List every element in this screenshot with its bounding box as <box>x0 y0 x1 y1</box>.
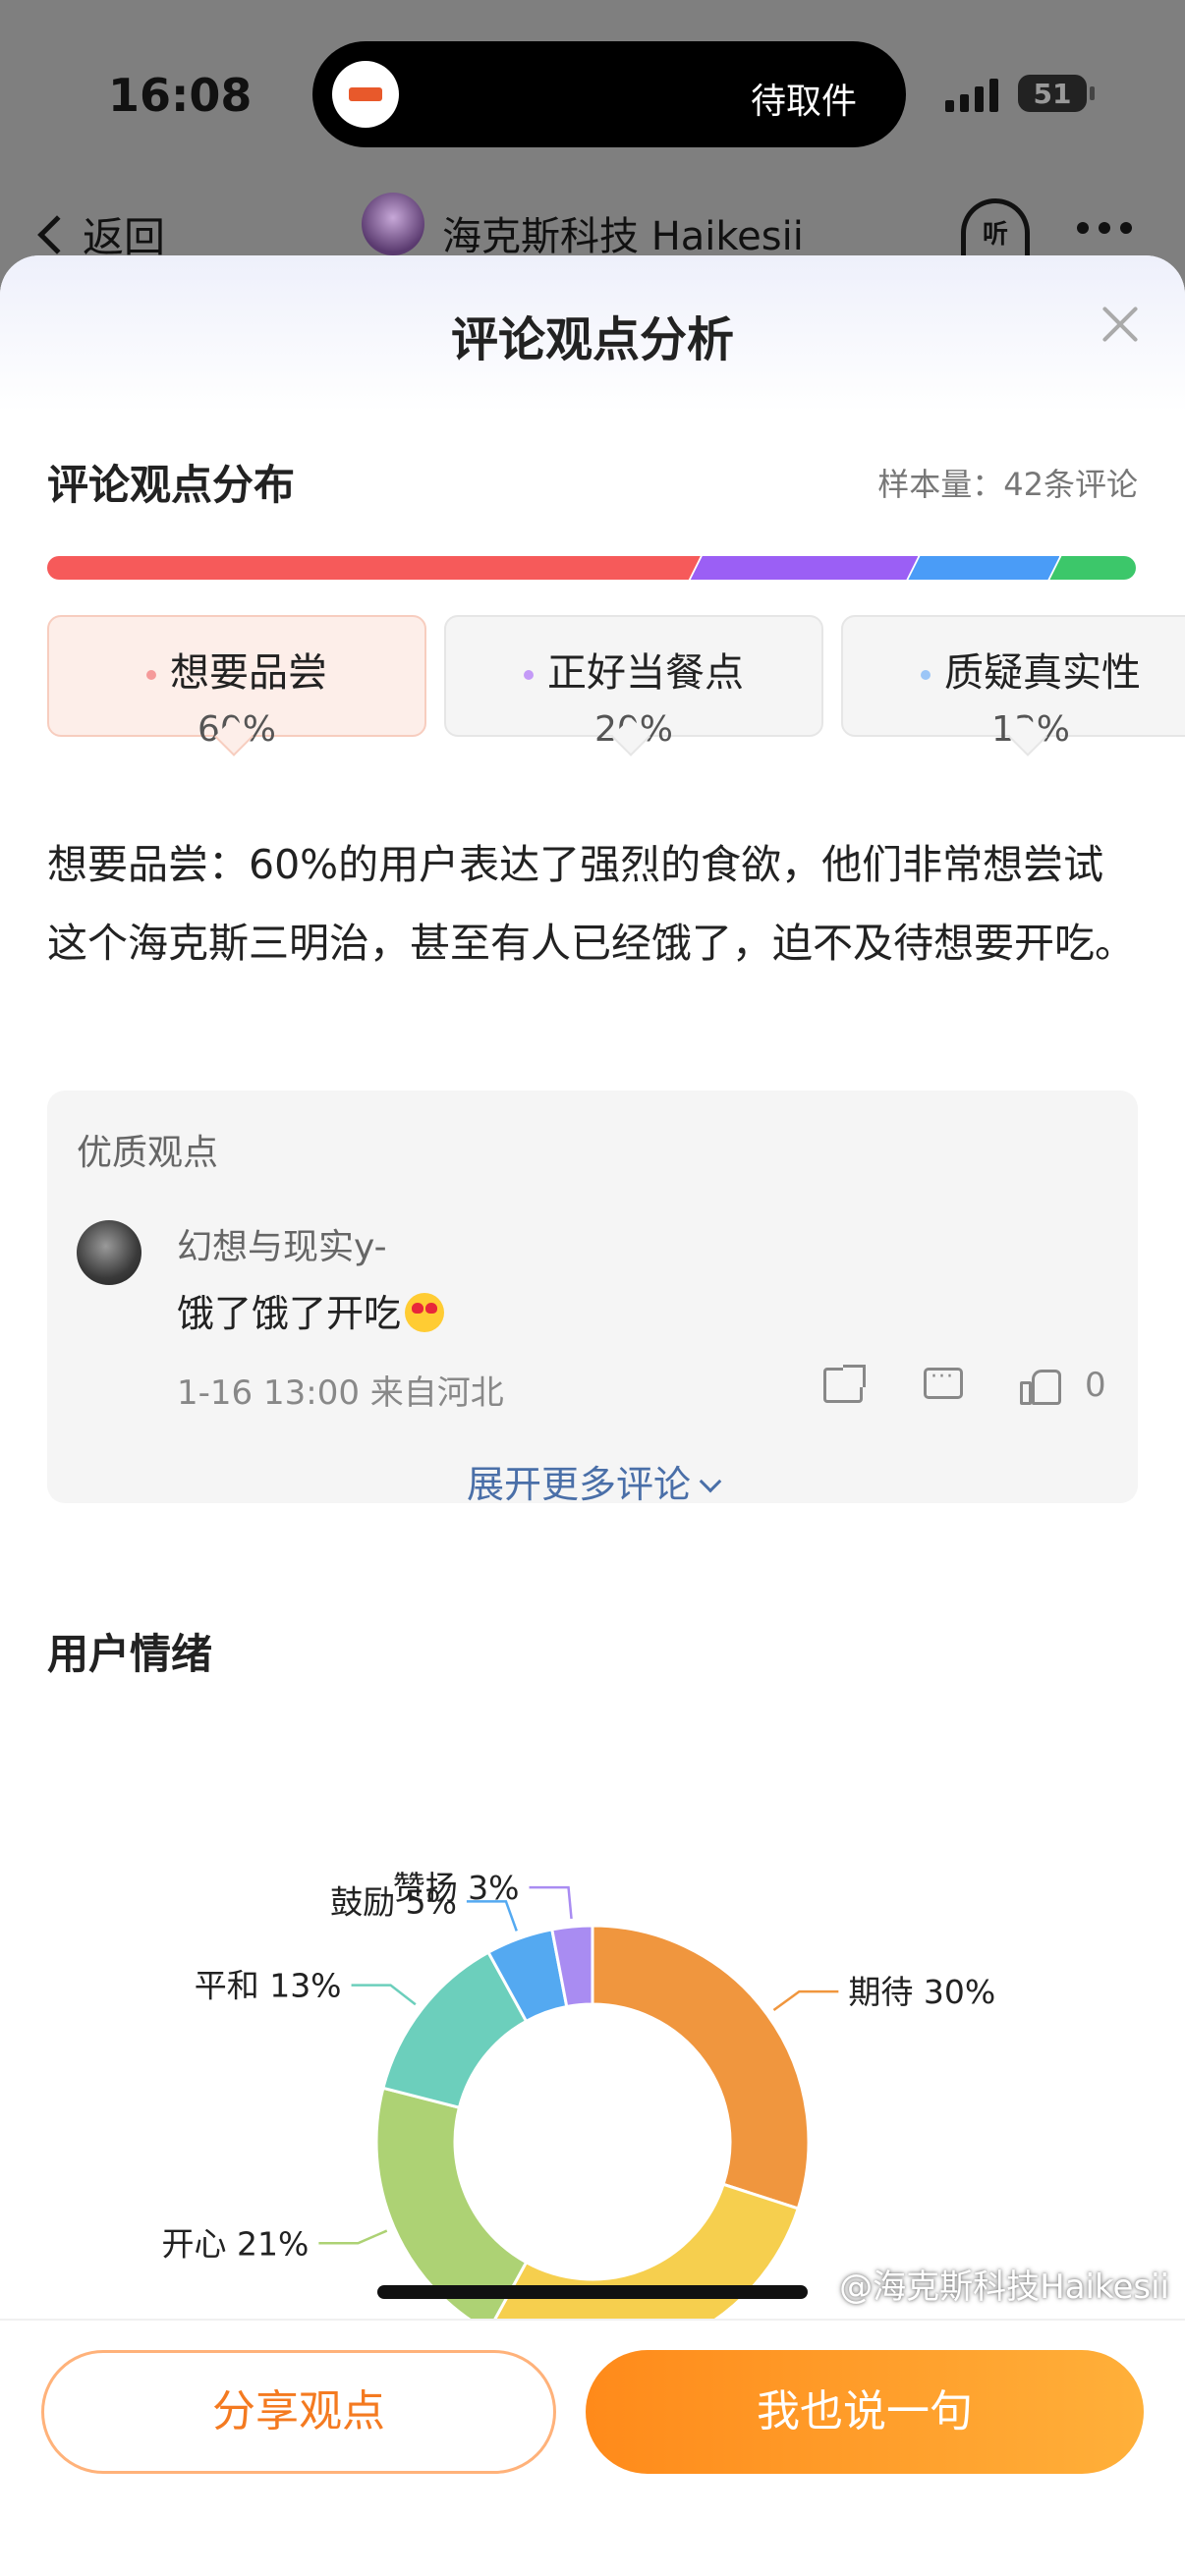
slice-leader-line <box>772 1989 839 2011</box>
status-bar: 16:08 待取件 51 <box>0 0 1185 187</box>
distribution-title: 评论观点分布 <box>47 461 296 509</box>
quality-label: 优质观点 <box>77 1133 219 1173</box>
tab-want-to-taste[interactable]: 想要品尝 60% <box>47 615 426 756</box>
comment-icon[interactable] <box>924 1365 963 1399</box>
expand-label: 展开更多评论 <box>466 1463 691 1506</box>
distribution-segment <box>691 556 919 580</box>
watermark: @海克斯科技Haikesii <box>839 2268 1169 2307</box>
slice-label: 期待 30% <box>848 1973 995 2011</box>
close-icon[interactable] <box>1099 303 1142 346</box>
tab-label: 想要品尝 <box>170 650 327 696</box>
distribution-bar <box>47 556 1136 580</box>
status-time: 16:08 <box>108 69 253 122</box>
courier-logo-icon <box>332 61 399 128</box>
slice-label: 平和 13% <box>195 1967 342 2005</box>
avatar[interactable] <box>77 1220 141 1285</box>
island-text: 待取件 <box>750 82 857 122</box>
slice-label: 开心 21% <box>162 2224 310 2263</box>
sentiment-title: 用户情绪 <box>47 1630 213 1678</box>
expand-more-comments[interactable]: 展开更多评论 <box>47 1454 1138 1508</box>
bottom-action-bar: 分享观点 我也说一句 <box>0 2319 1185 2576</box>
chevron-left-icon <box>37 214 77 254</box>
comment-text: 饿了饿了开吃 <box>177 1283 445 1337</box>
share-icon[interactable] <box>823 1365 866 1403</box>
home-indicator[interactable] <box>377 2285 808 2299</box>
sheet-title: 评论观点分析 <box>450 312 734 367</box>
comment-meta: 1-16 13:00 来自河北 <box>177 1373 504 1413</box>
slice-leader-line <box>318 2229 388 2245</box>
like-count: 0 <box>1085 1366 1106 1405</box>
battery-icon: 51 <box>1018 75 1095 112</box>
comment-button[interactable]: 我也说一句 <box>586 2350 1144 2474</box>
heart-eyes-emoji-icon <box>405 1293 445 1332</box>
tab-label: 正好当餐点 <box>547 650 744 696</box>
quality-opinions-card: 优质观点 幻想与现实y- 饿了饿了开吃 1-16 13:00 来自河北 0 展开… <box>47 1091 1138 1506</box>
slice-label: 赞扬 3% <box>393 1869 520 1907</box>
account-name[interactable]: 海克斯科技 Haikesii <box>442 204 804 261</box>
slice-leader-line <box>529 1885 573 1920</box>
tab-dot-icon <box>146 670 156 680</box>
tab-meal[interactable]: 正好当餐点 20% <box>444 615 823 756</box>
distribution-segment <box>47 556 701 580</box>
dynamic-island[interactable]: 待取件 <box>312 41 906 147</box>
tab-label: 质疑真实性 <box>944 650 1141 696</box>
signal-icon <box>945 77 998 112</box>
comment-user[interactable]: 幻想与现实y- <box>177 1218 387 1269</box>
donut-slice <box>591 1924 811 2211</box>
sample-size: 样本量：42条评论 <box>877 466 1138 503</box>
opinion-summary: 想要品尝：60%的用户表达了强烈的食欲，他们非常想尝试这个海克斯三明治，甚至有人… <box>47 841 1135 967</box>
tab-dot-icon <box>921 670 931 680</box>
distribution-segment <box>1049 556 1136 580</box>
avatar[interactable] <box>362 193 424 255</box>
tab-doubt[interactable]: 质疑真实性 13% <box>841 615 1185 756</box>
like-icon[interactable] <box>1020 1366 1061 1405</box>
share-opinion-button[interactable]: 分享观点 <box>41 2350 556 2474</box>
more-icon[interactable] <box>1077 222 1132 234</box>
chevron-down-icon <box>699 1470 722 1493</box>
slice-leader-line <box>351 1984 417 2006</box>
opinion-analysis-sheet: 评论观点分析 评论观点分布 样本量：42条评论 想要品尝 60% 正好当餐点 2… <box>0 255 1185 2576</box>
tab-dot-icon <box>524 670 534 680</box>
headphones-listen-icon[interactable]: 听 <box>961 198 1030 257</box>
comment-body: 饿了饿了开吃 <box>177 1292 402 1335</box>
distribution-segment <box>908 556 1059 580</box>
opinion-tabs: 想要品尝 60% 正好当餐点 20% 质疑真实性 13% <box>47 615 1185 756</box>
